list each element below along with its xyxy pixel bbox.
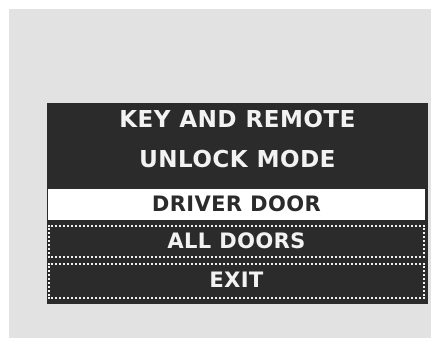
outer-panel: KEY AND REMOTE UNLOCK MODE DRIVER DOOR A… [9,9,431,338]
menu-option-driver-door[interactable]: DRIVER DOOR [48,189,425,220]
menu-title-line-1: KEY AND REMOTE [119,107,356,133]
menu-option-all-doors[interactable]: ALL DOORS [48,225,425,258]
display-screen: KEY AND REMOTE UNLOCK MODE DRIVER DOOR A… [47,103,428,304]
menu-option-exit[interactable]: EXIT [48,263,425,299]
menu-title-line-2: UNLOCK MODE [139,147,336,173]
